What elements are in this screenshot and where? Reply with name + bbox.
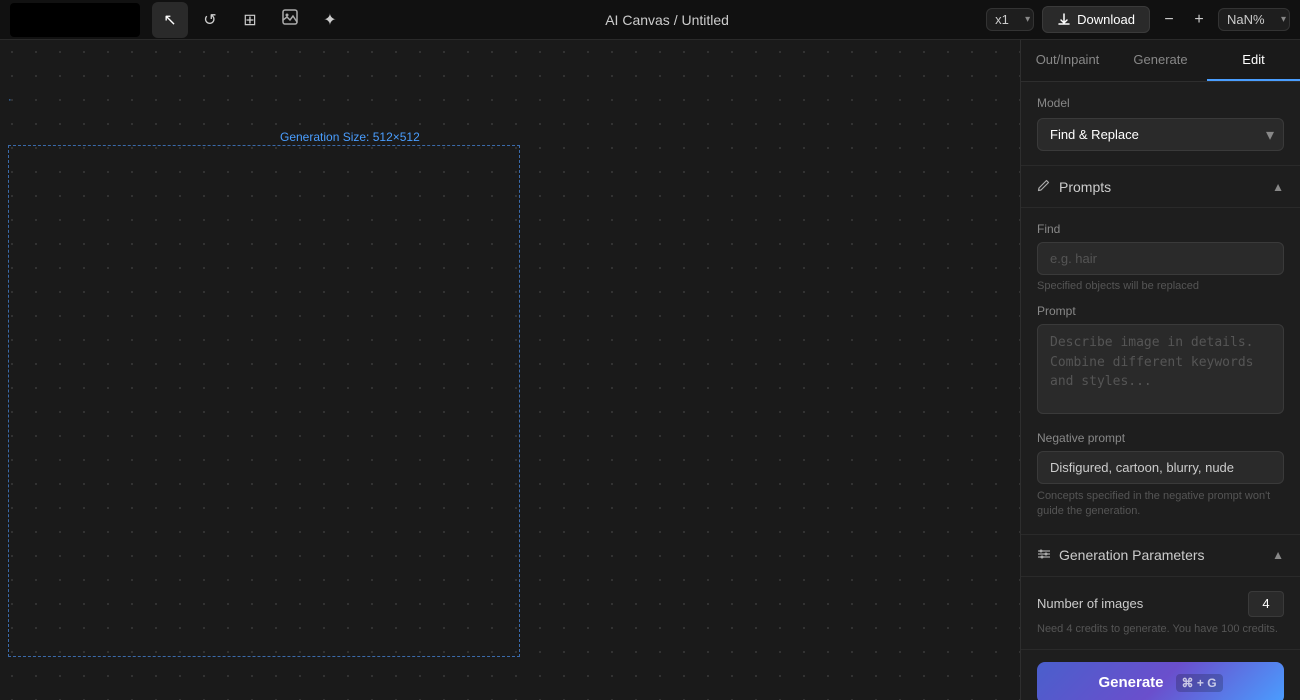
model-dropdown[interactable]: Find & Replace Stable Diffusion DALL-E [1037, 118, 1284, 151]
generate-label: Generate [1098, 674, 1163, 691]
zoom-select[interactable]: x1 [986, 8, 1034, 31]
gen-params-header-left: Generation Parameters [1037, 547, 1205, 564]
prompts-section-header[interactable]: Prompts ▲ [1021, 166, 1300, 208]
find-input[interactable] [1037, 242, 1284, 275]
corner-indicator: · [8, 94, 12, 106]
image-icon [281, 8, 299, 31]
generation-size-label: Generation Size: 512×512 [280, 130, 420, 144]
negative-prompt-input[interactable] [1037, 451, 1284, 484]
canvas-area[interactable]: · Generation Size: 512×512 [0, 40, 1020, 700]
num-images-label: Number of images [1037, 596, 1143, 611]
model-section: Model Find & Replace Stable Diffusion DA… [1021, 82, 1300, 166]
zoom-select-wrap: x1 [986, 8, 1034, 31]
model-label: Model [1037, 96, 1284, 110]
star-icon: ✦ [323, 10, 336, 30]
negative-prompt-hint: Concepts specified in the negative promp… [1037, 489, 1284, 520]
find-hint: Specified objects will be replaced [1037, 280, 1284, 292]
prompts-collapse-icon: ▲ [1272, 180, 1284, 194]
prompt-label: Prompt [1037, 304, 1284, 318]
download-button[interactable]: Download [1042, 6, 1150, 33]
gen-params-collapse-icon: ▲ [1272, 548, 1284, 562]
toolbar-right: x1 Download − + NaN% [986, 6, 1290, 33]
num-images-row: Number of images 4 [1037, 591, 1284, 617]
toolbar: ↖ ↺ ⊞ ✦ AI Canvas / Untitled x1 [0, 0, 1300, 40]
canvas-generation-box [8, 145, 520, 657]
generate-button[interactable]: Generate ⌘ + G [1037, 662, 1284, 700]
negative-prompt-label: Negative prompt [1037, 431, 1284, 445]
prompts-label: Prompts [1059, 179, 1111, 195]
panel-tabs: Out/Inpaint Generate Edit [1021, 40, 1300, 82]
refresh-icon: ↺ [203, 10, 216, 30]
sliders-icon [1037, 547, 1051, 564]
tab-out-inpaint[interactable]: Out/Inpaint [1021, 40, 1114, 81]
cursor-icon: ↖ [163, 10, 176, 30]
nan-select[interactable]: NaN% [1218, 8, 1290, 31]
model-dropdown-wrap: Find & Replace Stable Diffusion DALL-E [1037, 118, 1284, 151]
nan-select-wrap: NaN% [1218, 8, 1290, 31]
find-label: Find [1037, 222, 1284, 236]
generate-shortcut: ⌘ + G [1176, 674, 1223, 692]
tab-edit[interactable]: Edit [1207, 40, 1300, 81]
gen-params-body: Number of images 4 Need 4 credits to gen… [1021, 577, 1300, 649]
plus-icon: + [1194, 11, 1203, 29]
prompts-body: Find Specified objects will be replaced … [1021, 208, 1300, 535]
download-label: Download [1077, 12, 1135, 27]
pencil-icon [1037, 178, 1051, 195]
logo [10, 3, 140, 37]
image-tool-button[interactable] [272, 2, 308, 38]
main-area: · Generation Size: 512×512 Out/Inpaint G… [0, 40, 1300, 700]
gen-params-section-header[interactable]: Generation Parameters ▲ [1021, 535, 1300, 577]
zoom-out-button[interactable]: − [1158, 9, 1180, 31]
gen-params-label: Generation Parameters [1059, 547, 1205, 563]
star-tool-button[interactable]: ✦ [312, 2, 348, 38]
generate-btn-wrap: Generate ⌘ + G [1021, 649, 1300, 700]
refresh-tool-button[interactable]: ↺ [192, 2, 228, 38]
page-title: AI Canvas / Untitled [352, 12, 982, 28]
cursor-tool-button[interactable]: ↖ [152, 2, 188, 38]
grid-icon: ⊞ [243, 10, 256, 30]
tab-generate[interactable]: Generate [1114, 40, 1207, 81]
grid-tool-button[interactable]: ⊞ [232, 2, 268, 38]
zoom-in-button[interactable]: + [1188, 9, 1210, 31]
right-panel: Out/Inpaint Generate Edit Model Find & R… [1020, 40, 1300, 700]
prompts-header-left: Prompts [1037, 178, 1111, 195]
prompt-textarea[interactable] [1037, 324, 1284, 414]
minus-icon: − [1164, 11, 1173, 29]
num-images-value: 4 [1248, 591, 1284, 617]
download-icon [1057, 13, 1071, 27]
credits-hint: Need 4 credits to generate. You have 100… [1037, 623, 1284, 635]
